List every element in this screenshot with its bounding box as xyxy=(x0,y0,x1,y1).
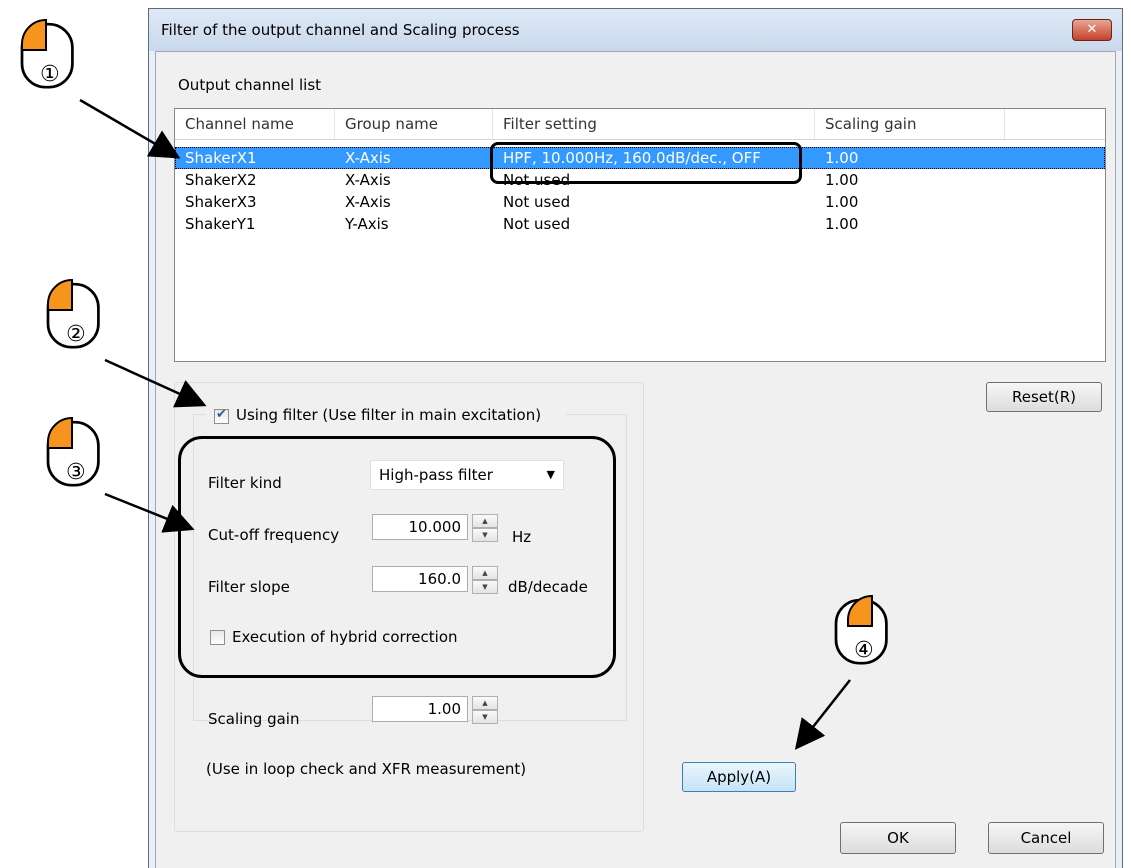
callout-number: ④ xyxy=(854,638,874,663)
callout-number: ② xyxy=(66,322,86,347)
annotation-arrows xyxy=(79,98,851,750)
mouse-left-click-icon: ◆◆◆ ② xyxy=(36,274,126,364)
callout-number: ① xyxy=(40,62,60,87)
mouse-left-click-icon: ◆◆◆ ④ xyxy=(824,590,914,680)
mouse-left-click-icon: ◆◆◆ ① xyxy=(10,14,100,104)
callout-number: ③ xyxy=(66,460,86,485)
mouse-left-click-icon: ◆◆◆ ③ xyxy=(36,412,126,502)
